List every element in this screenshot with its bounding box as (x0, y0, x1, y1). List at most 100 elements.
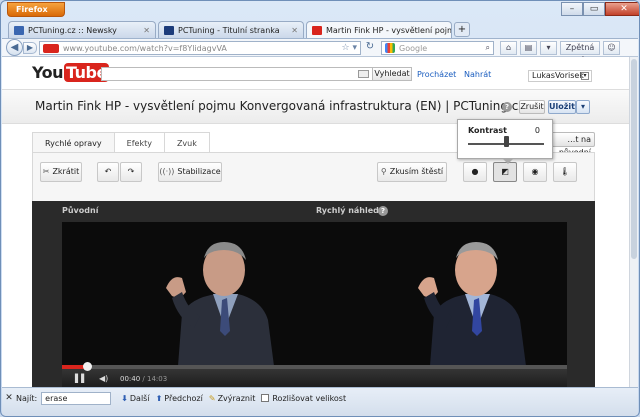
back-button[interactable]: ◀ (6, 39, 23, 56)
new-tab-button[interactable]: + (454, 22, 470, 37)
find-previous-label: Předchozí (164, 393, 203, 403)
speaker-figure (166, 242, 274, 365)
save-dropdown-button[interactable]: ▾ (576, 100, 590, 114)
speaker-figure (418, 242, 526, 365)
match-case-checkbox[interactable]: Rozlišovat velikost (261, 394, 346, 403)
contrast-slider-handle[interactable] (504, 136, 509, 147)
find-input[interactable]: erase (41, 391, 112, 405)
find-bar: ✕ Najít: erase ⬇ Další ⬆ Předchozí ✎ Zvýraz… (2, 387, 638, 416)
pctuning-favicon-icon (14, 25, 24, 35)
trim-label: Zkrátit (52, 167, 80, 176)
help-icon[interactable]: ? (378, 206, 388, 216)
maximize-button[interactable]: ▭ (583, 2, 605, 16)
contrast-popup: Kontrast 0 (457, 119, 553, 164)
close-find-bar-icon[interactable]: ✕ (2, 393, 16, 403)
stabilize-button[interactable]: ((·)) Stabilizace (158, 162, 222, 182)
cancel-button[interactable]: Zrušit (519, 100, 545, 114)
url-bar[interactable]: www.youtube.com/watch?v=f8YlidagvVA ☆ ▾ (39, 41, 361, 55)
scrollbar-thumb[interactable] (631, 59, 637, 259)
video-controls: ▌▌ ◀) 00:40 / 14:03 (62, 362, 567, 387)
rotate-right-button[interactable]: ↷ (120, 162, 142, 182)
wand-icon: ⚲ (380, 167, 387, 176)
play-pause-icon[interactable]: ▌▌ (75, 374, 87, 383)
page-title: Martin Fink HP - vysvětlení pojmu Konver… (35, 99, 525, 113)
find-next-button[interactable]: ⬇ Další (121, 394, 149, 403)
time-total: 14:03 (147, 375, 168, 383)
user-menu[interactable]: LukasVorisek ▾ (528, 70, 592, 82)
tab-label: Martin Fink HP - vysvětlení pojmu Ko... (326, 25, 451, 35)
save-button[interactable]: Uložit (548, 100, 576, 114)
tab-effects[interactable]: Efekty (113, 132, 165, 153)
match-case-label: Rozlišovat velikost (272, 393, 347, 403)
bookmark-star-icon[interactable]: ☆ ▾ (342, 43, 360, 53)
feeling-lucky-button[interactable]: ⚲ Zkusím štěstí (377, 162, 447, 182)
light-bulb-icon: ● (471, 167, 479, 176)
feeling-lucky-label: Zkusím štěstí (389, 167, 444, 176)
youtube-logo[interactable]: You Tube (32, 63, 109, 82)
video-preview-area: Původní Rychlý náhled ? ▌▌ ◀) 00:40 / 14… (32, 201, 595, 387)
video-progress-bar[interactable] (62, 362, 567, 371)
tab-quick-fixes[interactable]: Rychlé opravy (32, 132, 115, 154)
close-tab-icon[interactable]: ✕ (287, 26, 298, 35)
tab-pctuning-newsky[interactable]: PCTuning.cz :: Newsky ✕ (8, 21, 156, 38)
volume-icon[interactable]: ◀) (99, 374, 108, 383)
toolbar-icons: ⌂ ▤ ▾ Zpětná vazba ☺ (500, 41, 620, 64)
rotate-left-button[interactable]: ↶ (97, 162, 119, 182)
feedback-button[interactable]: Zpětná vazba (560, 41, 600, 64)
youtube-search-button[interactable]: Vyhledat (372, 67, 412, 81)
google-icon (385, 43, 395, 53)
chevron-down-icon: ▾ (581, 72, 589, 80)
video-time: 00:40 / 14:03 (120, 375, 168, 383)
rotate-left-icon: ↶ (104, 167, 112, 176)
original-video (62, 222, 314, 365)
rotate-right-icon: ↷ (127, 167, 135, 176)
search-magnifier-icon[interactable]: ⌕ (486, 43, 490, 53)
close-button[interactable]: ✕ (605, 2, 639, 16)
find-next-label: Další (129, 393, 150, 403)
find-previous-button[interactable]: ⬆ Předchozí (156, 394, 203, 403)
stabilize-icon: ((·)) (159, 167, 175, 176)
download-icon[interactable]: ▾ (540, 41, 557, 55)
firefox-menu-button[interactable]: Firefox (7, 2, 65, 17)
video-scrubber-handle[interactable] (83, 362, 93, 371)
browse-link[interactable]: Procházet (417, 70, 456, 79)
reload-icon[interactable]: ↻ (363, 41, 377, 55)
bookmarks-icon[interactable]: ▤ (520, 41, 537, 55)
highlight-all-button[interactable]: ✎ Zvýraznit (209, 394, 255, 403)
minimize-button[interactable]: – (561, 2, 583, 16)
close-tab-icon[interactable]: ✕ (139, 26, 150, 35)
web-search-input[interactable]: Google ⌕ (381, 41, 494, 55)
username: LukasVorisek (532, 71, 584, 80)
color-temperature-button[interactable]: 🌡 (553, 162, 577, 182)
contrast-button[interactable]: ◩ (493, 162, 517, 182)
youtube-favicon-icon (312, 25, 322, 35)
keyboard-icon[interactable] (358, 70, 369, 78)
preview-video (314, 222, 566, 365)
tab-label: PCTuning - Titulní stranka (178, 25, 280, 35)
youtube-search-input[interactable] (101, 67, 373, 81)
arrow-up-icon: ⬆ (155, 393, 163, 403)
addon-smiley-icon[interactable]: ☺ (603, 41, 620, 55)
contrast-label: Kontrast (468, 126, 508, 135)
forward-arrow-icon: ▶ (26, 43, 34, 52)
forward-button[interactable]: ▶ (23, 42, 37, 54)
thermometer-icon: 🌡 (559, 167, 571, 176)
scissors-icon: ✂ (42, 167, 50, 176)
tab-youtube-active[interactable]: Martin Fink HP - vysvětlení pojmu Ko... … (306, 21, 452, 38)
youtube-site-icon (43, 43, 59, 53)
home-icon[interactable]: ⌂ (500, 41, 517, 55)
trim-button[interactable]: ✂ Zkrátit (40, 162, 82, 182)
page-scrollbar[interactable] (629, 57, 638, 387)
url-domain: www.youtube.com (63, 43, 137, 53)
video-frame[interactable] (62, 222, 567, 365)
help-icon[interactable]: ? (502, 102, 512, 112)
tab-bar: PCTuning.cz :: Newsky ✕ PCTuning - Titul… (8, 21, 470, 38)
tab-pctuning-home[interactable]: PCTuning - Titulní stranka ✕ (158, 21, 304, 38)
fill-light-button[interactable]: ● (463, 162, 487, 182)
contrast-icon: ◩ (501, 167, 509, 176)
tab-audio[interactable]: Zvuk (163, 132, 210, 153)
saturation-button[interactable]: ◉ (523, 162, 547, 182)
upload-link[interactable]: Nahrát (464, 70, 491, 79)
highlight-label: Zvýraznit (217, 393, 256, 403)
chevron-down-icon: ▾ (580, 102, 585, 111)
